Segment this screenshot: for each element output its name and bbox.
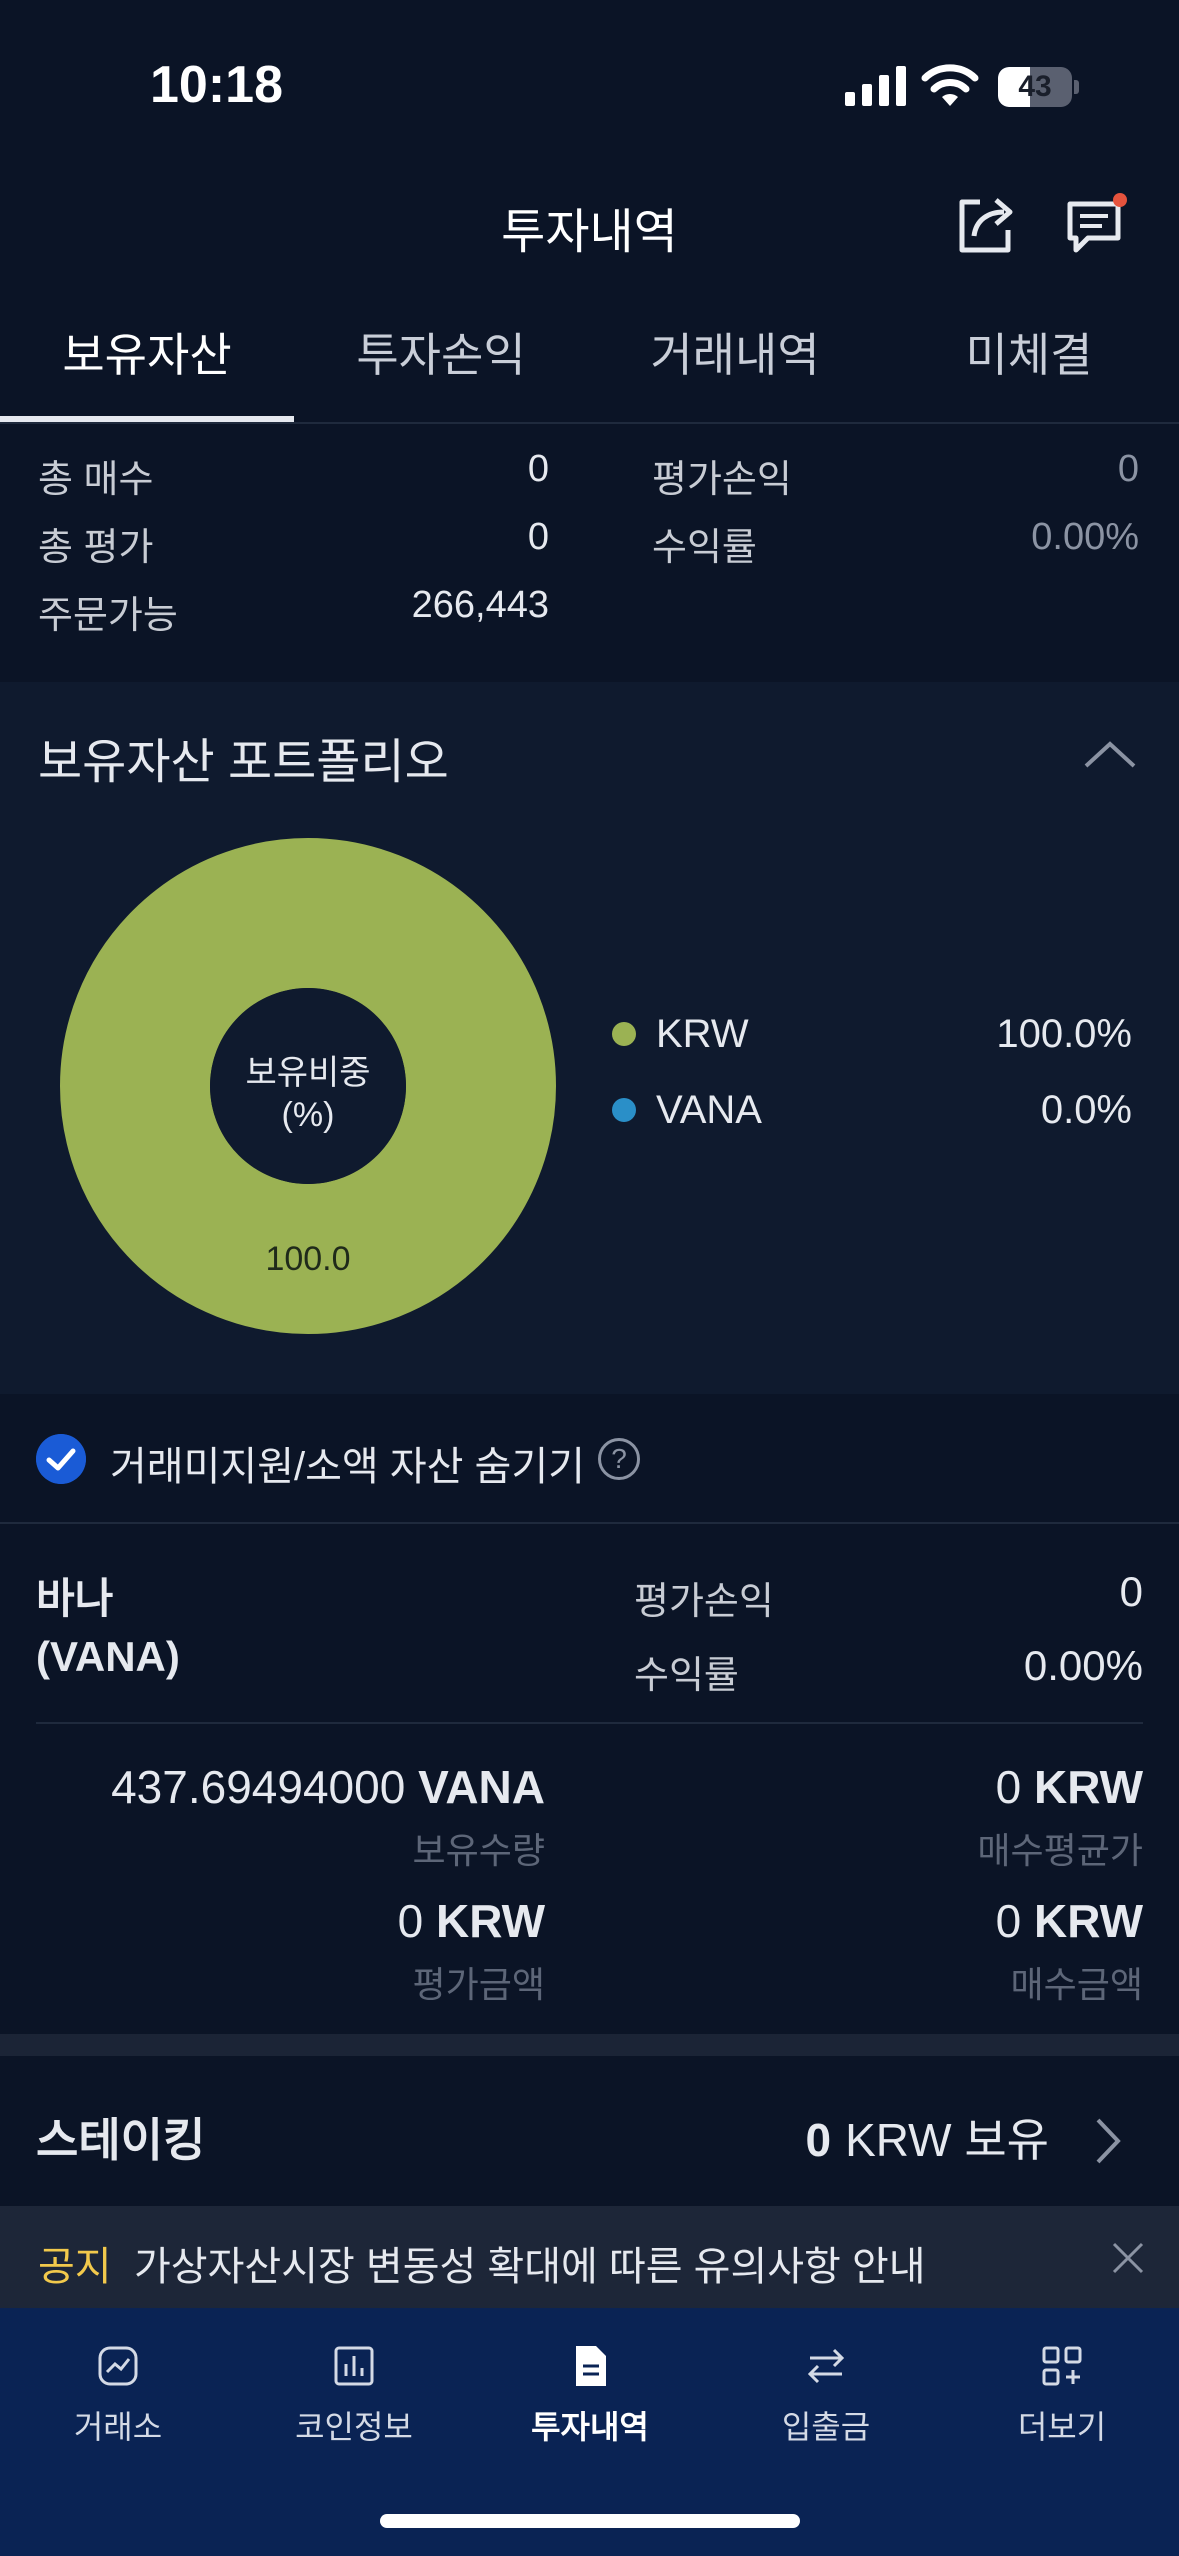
hide-small-assets-checkbox[interactable] [36, 1434, 86, 1484]
average-buy-price-label: 매수평균가 [977, 1830, 1143, 1871]
nav-deposit-withdraw[interactable]: 입출금 [708, 2342, 944, 2472]
notice-tag: 공지 [38, 2245, 112, 2289]
home-indicator [380, 2514, 800, 2528]
close-icon[interactable] [1108, 2238, 1148, 2278]
chevron-up-icon[interactable] [1080, 734, 1140, 774]
tab-unfilled[interactable]: 미체결 [882, 300, 1176, 422]
nav-exchange[interactable]: 거래소 [0, 2342, 236, 2472]
total-buy-value: 0 [527, 448, 549, 490]
total-eval-value: 0 [527, 516, 549, 558]
bar-chart-icon [334, 2346, 374, 2386]
holding-quantity-label: 보유수량 [412, 1830, 545, 1871]
staking-value: 0 KRW 보유 [805, 2114, 1049, 2166]
legend-name: KRW [656, 1012, 749, 1056]
total-eval-label: 총 평가 [38, 527, 154, 569]
buy-amount: 0 KRW [995, 1895, 1143, 1947]
return-value: 0.00% [1031, 516, 1139, 558]
nav-label: 입출금 [781, 2409, 871, 2445]
average-buy-price: 0 KRW [995, 1761, 1143, 1813]
nav-label: 거래소 [73, 2409, 163, 2445]
evaluation-amount: 0 KRW [397, 1895, 545, 1947]
document-icon [576, 2346, 606, 2386]
divider [36, 1722, 1143, 1724]
nav-more[interactable]: 더보기 [944, 2342, 1179, 2472]
legend-name: VANA [656, 1088, 762, 1132]
holding-pnl-value: 0 [1119, 1568, 1143, 1615]
nav-coin-info[interactable]: 코인정보 [236, 2342, 472, 2472]
tab-active-indicator [0, 416, 294, 422]
nav-label: 더보기 [1017, 2409, 1107, 2445]
status-bar: 10:18 43 [0, 0, 1179, 170]
portfolio-section: 보유자산 포트폴리오 보유비중 (%) 100.0 KRW 100.0% VAN… [0, 682, 1179, 1394]
hide-small-assets-label[interactable]: 거래미지원/소액 자산 숨기기 [110, 1434, 585, 1492]
status-time: 10:18 [150, 56, 283, 114]
coin-name: 바나 (VANA) [36, 1570, 180, 1686]
legend-value: 100.0% [996, 1012, 1132, 1056]
donut-center-line2: (%) [281, 1096, 335, 1134]
pnl-label: 평가손익 [652, 459, 792, 501]
donut-slice-label: 100.0 [265, 1240, 351, 1278]
legend-item-krw: KRW 100.0% [612, 1006, 1132, 1066]
notice-text[interactable]: 가상자산시장 변동성 확대에 따른 유의사항 안내 [134, 2234, 926, 2292]
holding-pnl-label: 평가손익 [634, 1581, 774, 1623]
legend-item-vana: VANA 0.0% [612, 1082, 1132, 1142]
header: 투자내역 [0, 170, 1179, 280]
nav-label: 코인정보 [295, 2409, 413, 2445]
grid-plus-icon [1042, 2346, 1082, 2386]
notice-banner[interactable]: 공지 가상자산시장 변동성 확대에 따른 유의사항 안내 [0, 2206, 1179, 2308]
asset-summary: 총 매수 0 총 평가 0 주문가능 266,443 평가손익 0 수익률 0.… [0, 426, 1179, 682]
pnl-value: 0 [1117, 448, 1139, 490]
tab-bar: 보유자산 투자손익 거래내역 미체결 [0, 300, 1179, 424]
tab-trade-history[interactable]: 거래내역 [588, 300, 882, 422]
help-icon[interactable]: ? [598, 1438, 640, 1480]
legend-value: 0.0% [1040, 1088, 1132, 1132]
battery-level: 43 [1018, 70, 1052, 103]
nav-investment-history[interactable]: 투자내역 [472, 2342, 708, 2472]
wifi-icon [921, 64, 979, 106]
legend-dot [612, 1098, 636, 1122]
total-buy-label: 총 매수 [38, 459, 154, 501]
message-icon[interactable] [1060, 188, 1132, 260]
transfer-icon [807, 2348, 845, 2384]
donut-center-line1: 보유비중 [245, 1054, 371, 1092]
nav-label: 투자내역 [531, 2409, 649, 2445]
chevron-right-icon[interactable] [1092, 2116, 1122, 2166]
cellular-signal-icon [845, 66, 906, 106]
legend-dot [612, 1022, 636, 1046]
holding-return-value: 0.00% [1023, 1642, 1143, 1689]
holding-return-label: 수익률 [634, 1655, 739, 1697]
orderable-label: 주문가능 [38, 595, 178, 637]
buy-amount-label: 매수금액 [1010, 1964, 1143, 2005]
exchange-chart-icon [98, 2346, 138, 2386]
portfolio-title: 보유자산 포트폴리오 [38, 736, 449, 789]
coin-symbol: (VANA) [36, 1633, 180, 1680]
tab-profit-loss[interactable]: 투자손익 [294, 300, 588, 422]
coin-name-korean: 바나 [36, 1575, 114, 1622]
staking-row[interactable]: 스테이킹 0 KRW 보유 [0, 2056, 1179, 2206]
evaluation-amount-label: 평가금액 [412, 1964, 545, 2005]
return-label: 수익률 [652, 527, 757, 569]
orderable-value: 266,443 [411, 584, 549, 626]
battery-icon: 43 [998, 67, 1079, 107]
staking-title: 스테이킹 [36, 2114, 206, 2166]
share-icon[interactable] [950, 188, 1022, 260]
tab-holdings[interactable]: 보유자산 [0, 300, 294, 422]
donut-center-label: 보유비중 (%) [58, 1052, 558, 1136]
hide-small-assets-row: 거래미지원/소액 자산 숨기기 ? [0, 1394, 1179, 1524]
holding-quantity: 437.69494000 VANA [111, 1761, 545, 1813]
section-divider [0, 2034, 1179, 2056]
holding-card-vana[interactable]: 바나 (VANA) 평가손익 0 수익률 0.00% 437.69494000 … [0, 1526, 1179, 2034]
